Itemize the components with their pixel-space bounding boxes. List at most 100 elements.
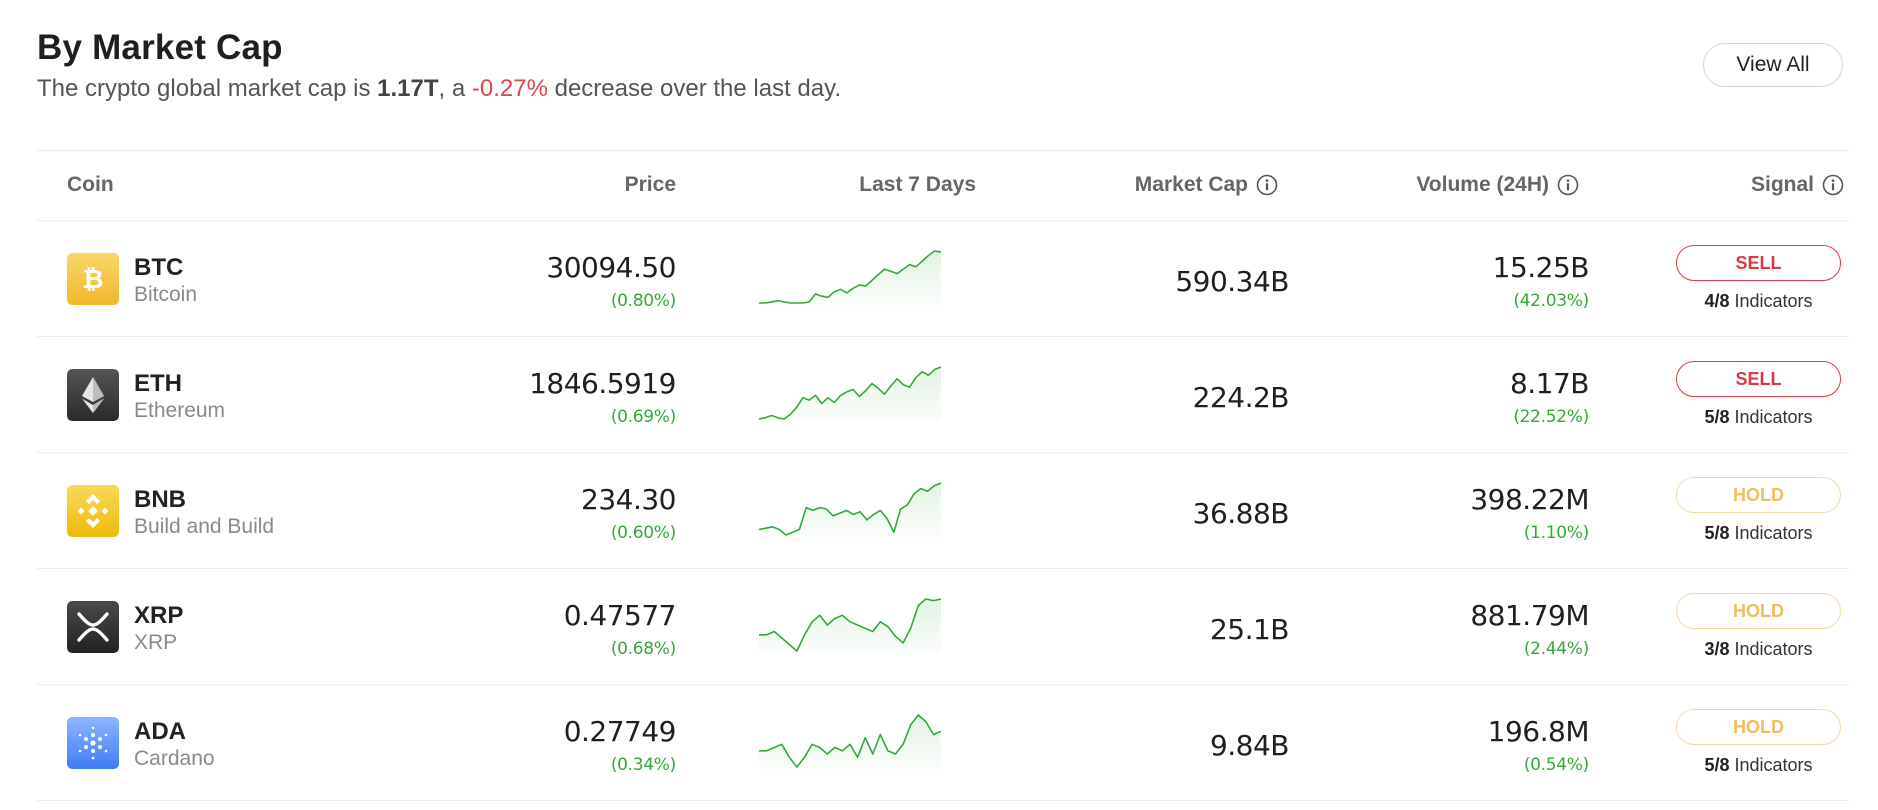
price-change: (0.68%) xyxy=(610,639,676,659)
column-label: Last 7 Days xyxy=(859,173,976,196)
price-value: 1846.5919 xyxy=(529,367,676,400)
summary-prefix: The crypto global market cap is xyxy=(37,75,378,102)
view-all-button[interactable]: View All xyxy=(1703,43,1843,87)
indicators-count: 5/8 xyxy=(1704,407,1730,427)
info-icon[interactable] xyxy=(1822,174,1844,196)
volume-value: 196.8M xyxy=(1487,715,1590,748)
cardano-icon xyxy=(67,717,119,769)
price-value: 30094.50 xyxy=(546,251,676,284)
sparkline-chart xyxy=(759,250,941,305)
sparkline-chart xyxy=(759,714,941,769)
market-cap-widget: By Market Cap The crypto global market c… xyxy=(37,0,1849,810)
indicators-label: Indicators xyxy=(1729,639,1813,659)
indicators-summary: 4/8 Indicators xyxy=(1676,291,1841,312)
indicators-summary: 3/8 Indicators xyxy=(1676,639,1841,660)
signal-badge[interactable]: SELL xyxy=(1676,361,1841,397)
volume-value: 15.25B xyxy=(1492,251,1590,284)
volume-change: (22.52%) xyxy=(1513,407,1589,427)
volume-value: 881.79M xyxy=(1470,599,1589,632)
sparkline-area xyxy=(759,483,941,537)
indicators-count: 3/8 xyxy=(1704,639,1730,659)
table-header: Coin Price Last 7 Days Market Cap Volume… xyxy=(37,150,1849,221)
coins-table: Coin Price Last 7 Days Market Cap Volume… xyxy=(37,150,1849,801)
sparkline-chart xyxy=(759,366,941,421)
column-header-last-7-days: Last 7 Days xyxy=(859,173,976,197)
bitcoin-icon: ₿ xyxy=(67,253,119,305)
sparkline-area xyxy=(759,715,941,769)
ethereum-icon xyxy=(67,369,119,421)
table-row[interactable]: ₿ BTC Bitcoin 30094.50 (0.80%) 590.34B 1… xyxy=(37,221,1849,337)
market-cap-value: 224.2B xyxy=(1192,381,1290,414)
info-icon[interactable] xyxy=(1256,174,1278,196)
table-row[interactable]: BNB Build and Build 234.30 (0.60%) 36.88… xyxy=(37,453,1849,569)
info-icon[interactable] xyxy=(1557,174,1579,196)
coin-name: Cardano xyxy=(134,747,215,770)
coin-symbol: BNB xyxy=(134,486,186,513)
coin-symbol: ETH xyxy=(134,370,182,397)
indicators-label: Indicators xyxy=(1729,407,1813,427)
coin-name: Ethereum xyxy=(134,399,226,422)
column-label: Volume (24H) xyxy=(1416,173,1549,196)
price-change: (0.80%) xyxy=(610,291,676,311)
price-value: 0.27749 xyxy=(563,715,677,748)
indicators-label: Indicators xyxy=(1729,755,1813,775)
table-row[interactable]: ETH Ethereum 1846.5919 (0.69%) 224.2B 8.… xyxy=(37,337,1849,453)
summary-suffix: decrease over the last day. xyxy=(547,75,841,102)
indicators-summary: 5/8 Indicators xyxy=(1676,407,1841,428)
coin-symbol: XRP xyxy=(134,602,184,629)
table-row[interactable]: XRP XRP 0.47577 (0.68%) 25.1B 881.79M (2… xyxy=(37,569,1849,685)
volume-change: (42.03%) xyxy=(1513,291,1589,311)
bnb-icon xyxy=(67,485,119,537)
indicators-label: Indicators xyxy=(1729,523,1813,543)
volume-value: 398.22M xyxy=(1470,483,1589,516)
coin-name: Bitcoin xyxy=(134,283,198,306)
column-header-volume[interactable]: Volume (24H) xyxy=(1416,173,1579,197)
indicators-count: 5/8 xyxy=(1704,755,1730,775)
price-value: 0.47577 xyxy=(563,599,677,632)
column-header-market-cap[interactable]: Market Cap xyxy=(1135,173,1278,197)
column-header-price[interactable]: Price xyxy=(625,173,676,197)
market-cap-value: 590.34B xyxy=(1175,265,1289,298)
page-title: By Market Cap xyxy=(37,28,283,67)
indicators-count: 4/8 xyxy=(1704,291,1730,311)
market-cap-value: 36.88B xyxy=(1192,497,1290,530)
market-cap-value: 9.84B xyxy=(1209,729,1290,762)
market-cap-change: -0.27% xyxy=(471,75,548,102)
volume-value: 8.17B xyxy=(1509,367,1590,400)
price-change: (0.69%) xyxy=(610,407,676,427)
market-summary: The crypto global market cap is 1.17T, a… xyxy=(37,75,841,103)
signal-badge[interactable]: HOLD xyxy=(1676,709,1841,745)
signal-badge[interactable]: HOLD xyxy=(1676,477,1841,513)
sparkline-area xyxy=(759,367,941,421)
sparkline-area xyxy=(759,251,941,305)
column-label: Market Cap xyxy=(1134,173,1248,196)
signal-badge[interactable]: HOLD xyxy=(1676,593,1841,629)
price-change: (0.34%) xyxy=(610,755,676,775)
column-header-signal[interactable]: Signal xyxy=(1751,173,1844,197)
volume-change: (0.54%) xyxy=(1523,755,1589,775)
price-value: 234.30 xyxy=(581,483,676,516)
indicators-summary: 5/8 Indicators xyxy=(1676,523,1841,544)
summary-mid: , a xyxy=(438,75,472,102)
coin-name: Build and Build xyxy=(134,515,275,538)
table-row[interactable]: ADA Cardano 0.27749 (0.34%) 9.84B 196.8M… xyxy=(37,685,1849,801)
indicators-count: 5/8 xyxy=(1704,523,1730,543)
xrp-icon xyxy=(67,601,119,653)
sparkline-area xyxy=(759,599,941,653)
price-change: (0.60%) xyxy=(610,523,676,543)
volume-change: (1.10%) xyxy=(1523,523,1589,543)
coin-name: XRP xyxy=(134,631,178,654)
column-label: Coin xyxy=(67,173,114,196)
column-header-coin[interactable]: Coin xyxy=(67,173,114,197)
coin-symbol: ADA xyxy=(134,718,186,745)
indicators-summary: 5/8 Indicators xyxy=(1676,755,1841,776)
indicators-label: Indicators xyxy=(1729,291,1813,311)
sparkline-chart xyxy=(759,482,941,537)
sparkline-chart xyxy=(759,598,941,653)
global-market-cap: 1.17T xyxy=(377,75,439,102)
volume-change: (2.44%) xyxy=(1523,639,1589,659)
column-label: Price xyxy=(624,173,676,196)
column-label: Signal xyxy=(1750,173,1814,196)
signal-badge[interactable]: SELL xyxy=(1676,245,1841,281)
coin-symbol: BTC xyxy=(134,254,184,281)
